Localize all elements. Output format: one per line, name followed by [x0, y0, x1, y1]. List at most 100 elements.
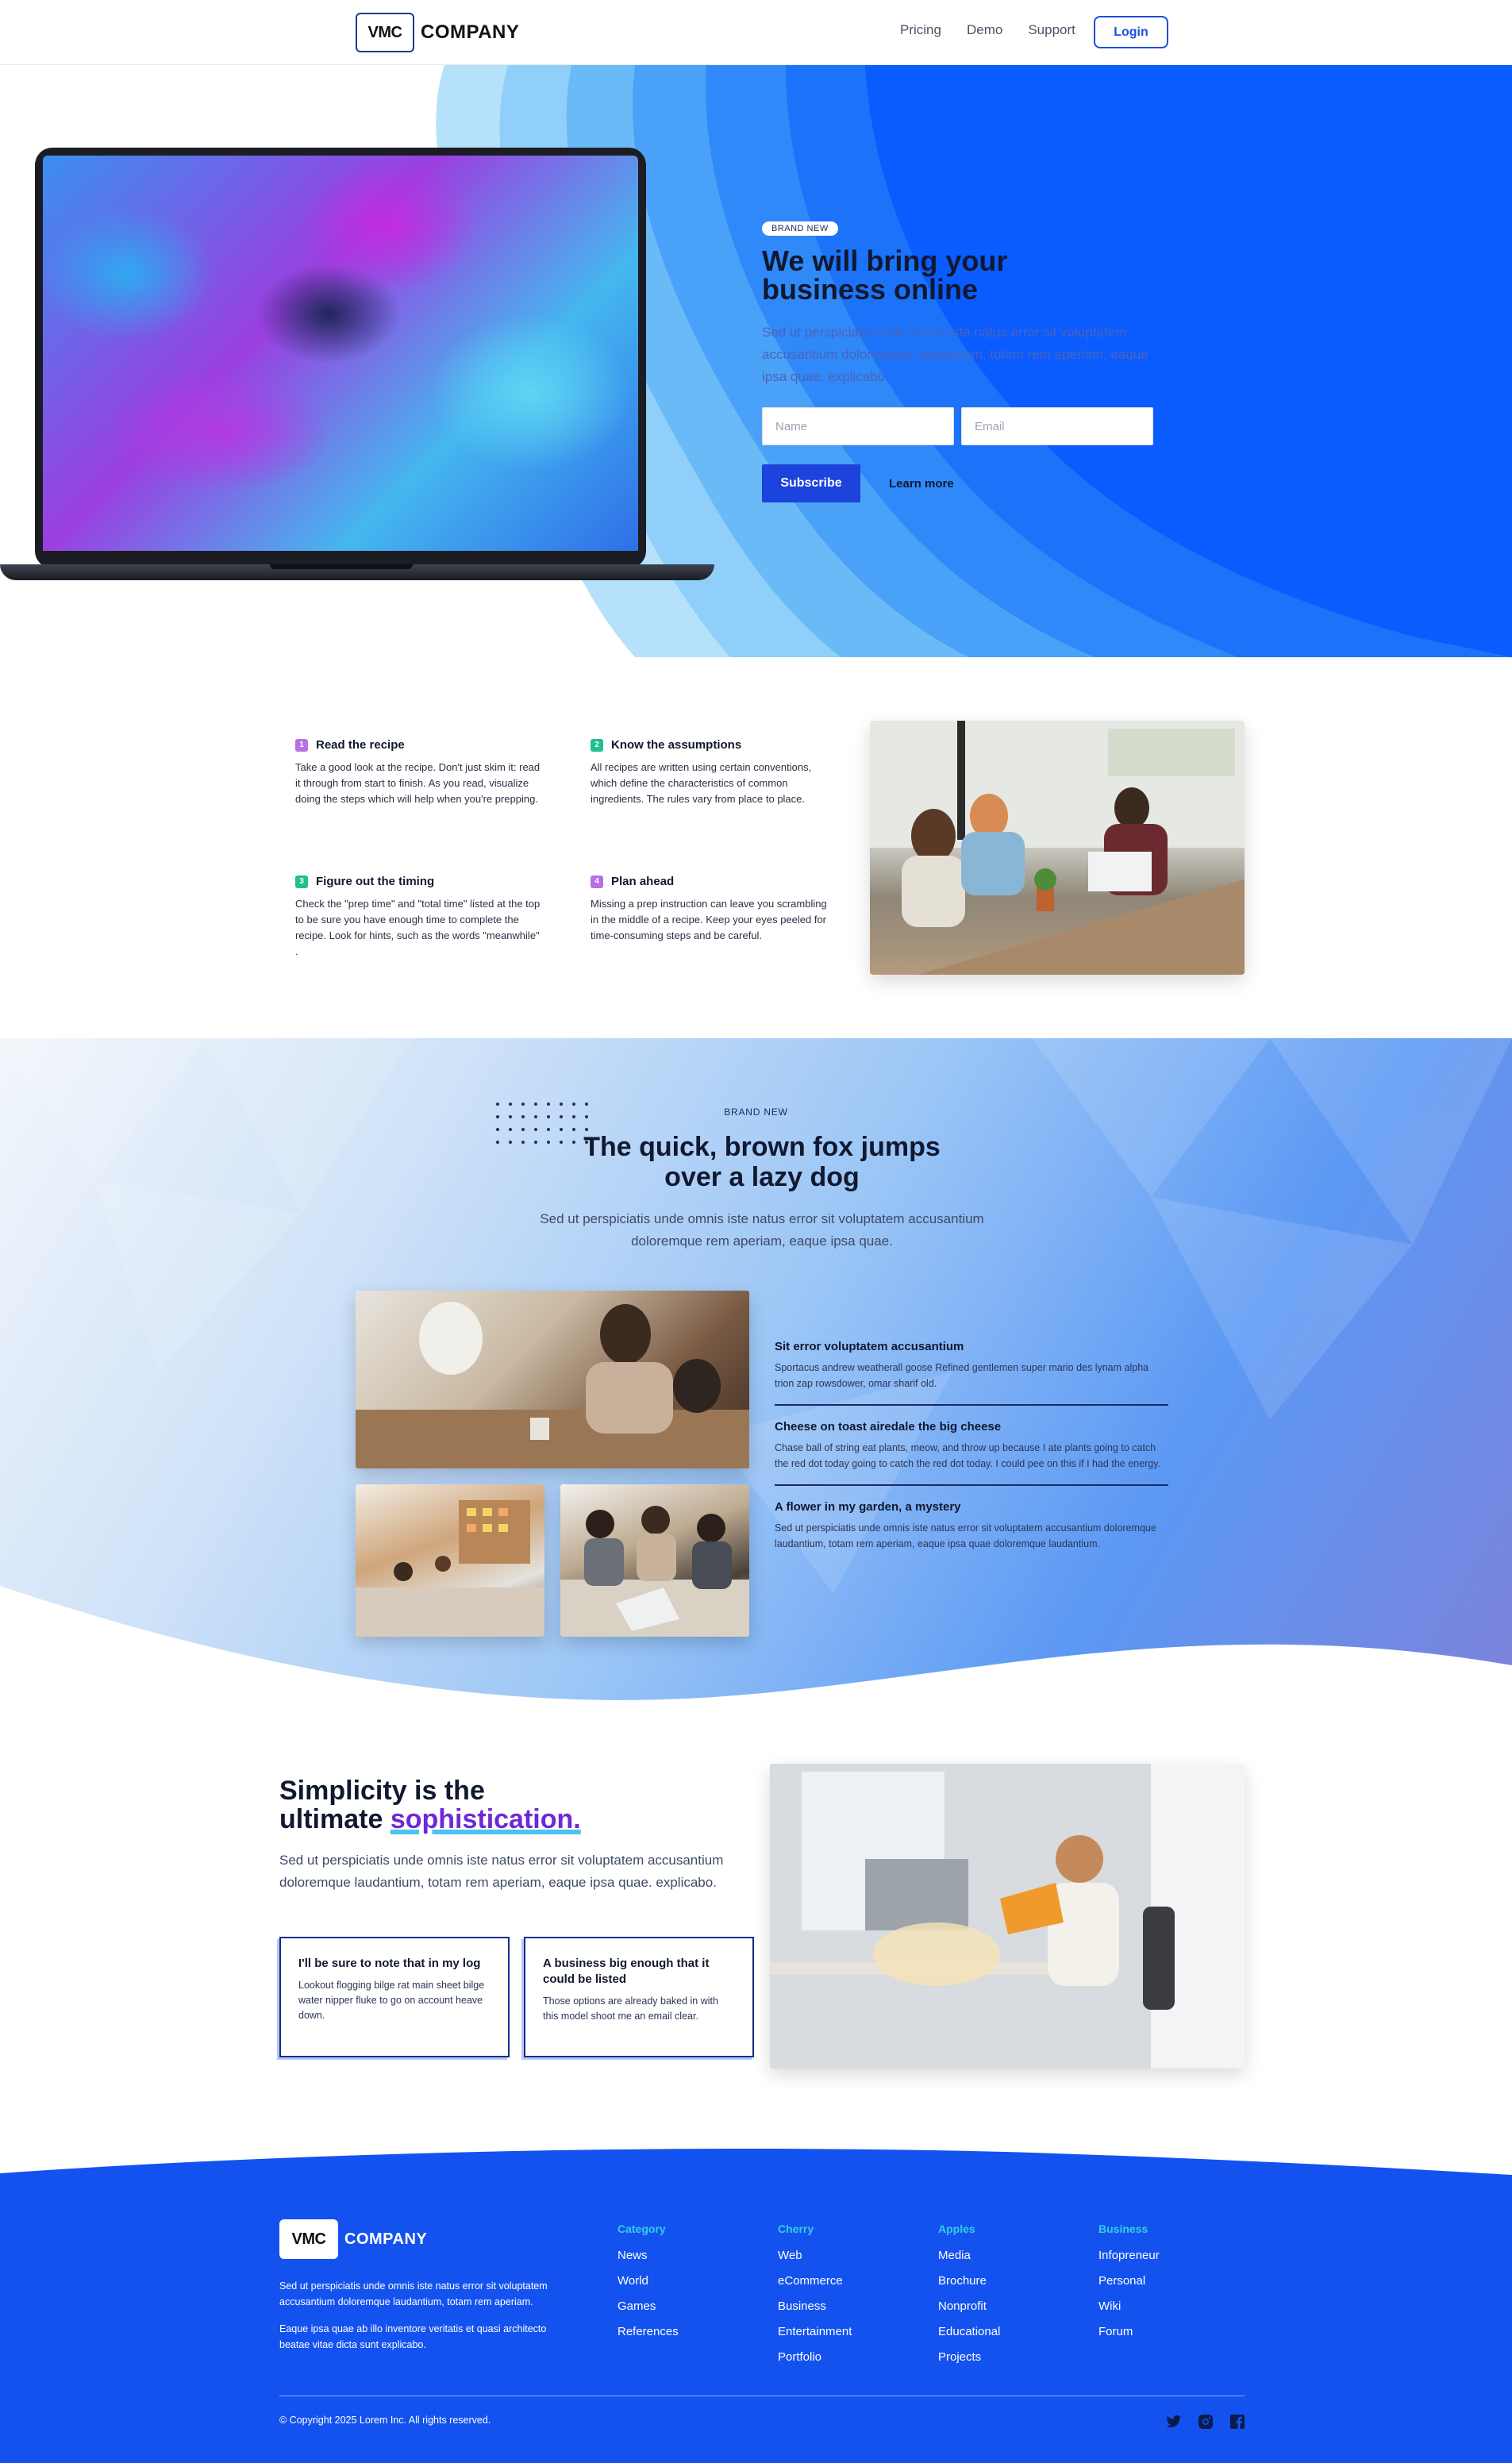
step-header: 4 Plan ahead: [591, 875, 837, 888]
simplicity-title-line1: Simplicity is the: [279, 1776, 485, 1806]
card-text: Those options are already baked in with …: [543, 1995, 718, 2022]
footer-link[interactable]: Entertainment: [778, 2319, 921, 2345]
step-header: 3 Figure out the timing: [295, 875, 541, 888]
copyright-text: © Copyright 2025 Lorem Inc. All rights r…: [279, 2415, 491, 2426]
footer-column-title: Apples: [938, 2222, 975, 2235]
handshake-illustration: [356, 1302, 749, 1468]
feature-title: Cheese on toast airedale the big cheese: [775, 1420, 1002, 1434]
feature-item: A flower in my garden, a mystery Sed ut …: [775, 1500, 1168, 1564]
hero-section: BRAND NEW We will bring your business on…: [0, 65, 1512, 657]
features-badge: BRAND NEW: [724, 1106, 788, 1118]
card-title: A business big enough that it could be l…: [543, 1957, 710, 1986]
twitter-icon[interactable]: [1165, 2413, 1183, 2430]
footer-link[interactable]: Personal: [1098, 2269, 1241, 2294]
info-card: A business big enough that it could be l…: [524, 1937, 754, 2057]
instagram-icon[interactable]: [1197, 2413, 1214, 2430]
man-reading-photo: [770, 1764, 1245, 2069]
hero-badge: BRAND NEW: [762, 221, 838, 236]
footer-link[interactable]: World: [617, 2269, 760, 2294]
step-text: All recipes are written using certain co…: [591, 761, 812, 805]
step-header: 2 Know the assumptions: [591, 738, 837, 752]
features-subtitle: Sed ut perspiciatis unde omnis iste natu…: [540, 1211, 984, 1249]
footer-about: Sed ut perspiciatis unde omnis iste natu…: [279, 2278, 565, 2353]
footer-logo-text: COMPANY: [344, 2230, 428, 2248]
features-section: BRAND NEW The quick, brown fox jumps ove…: [0, 1038, 1512, 1705]
facebook-icon[interactable]: [1229, 2413, 1246, 2430]
logo-mark: VMC: [356, 13, 414, 52]
footer-link[interactable]: Games: [617, 2294, 760, 2319]
footer-link[interactable]: Brochure: [938, 2269, 1081, 2294]
top-navbar: VMC COMPANY Pricing Demo Support Login: [0, 0, 1512, 65]
team-laptop-illustration: [560, 1506, 749, 1637]
footer-link[interactable]: eCommerce: [778, 2269, 921, 2294]
footer-link[interactable]: Infopreneur: [1098, 2243, 1241, 2269]
office-illustration: [770, 1764, 1245, 2069]
step-number-badge: 1: [295, 738, 308, 752]
learn-more-link[interactable]: Learn more: [889, 477, 954, 491]
login-button[interactable]: Login: [1094, 16, 1168, 48]
footer-link[interactable]: References: [617, 2319, 760, 2345]
footer-link[interactable]: Forum: [1098, 2319, 1241, 2345]
laptop-notch: [270, 564, 413, 569]
hero-actions: Subscribe Learn more: [762, 464, 1159, 502]
step-item: 3 Figure out the timing Check the "prep …: [295, 875, 541, 960]
features-title-line1: The quick, brown fox jumps: [583, 1132, 941, 1162]
step-title: Know the assumptions: [611, 738, 742, 752]
feature-title: Sit error voluptatem accusantium: [775, 1340, 964, 1353]
footer-link[interactable]: Wiki: [1098, 2294, 1241, 2319]
features-title-line2: over a lazy dog: [664, 1162, 860, 1192]
footer-column: Category News World Games References: [617, 2222, 760, 2345]
nav-link-pricing[interactable]: Pricing: [900, 22, 941, 38]
simplicity-subtitle: Sed ut perspiciatis unde omnis iste natu…: [279, 1853, 724, 1890]
footer-link[interactable]: Projects: [938, 2345, 1081, 2370]
step-number-badge: 2: [591, 738, 603, 752]
nav-links: Pricing Demo Support: [900, 22, 1075, 38]
footer-link[interactable]: Educational: [938, 2319, 1081, 2345]
email-field[interactable]: [961, 407, 1153, 445]
footer-link[interactable]: Web: [778, 2243, 921, 2269]
nav-link-support[interactable]: Support: [1028, 22, 1075, 38]
footer-column: Apples Media Brochure Nonprofit Educatio…: [938, 2222, 1081, 2370]
footer-column-title: Business: [1098, 2222, 1148, 2235]
name-field[interactable]: [762, 407, 954, 445]
hero-subtitle: Sed ut perspiciatis unde omnis iste natu…: [762, 325, 1148, 384]
feature-item: Cheese on toast airedale the big cheese …: [775, 1420, 1168, 1486]
footer-link[interactable]: News: [617, 2243, 760, 2269]
simplicity-title: Simplicity is the ultimate sophisticatio…: [279, 1776, 581, 1834]
card-text: Lookout flogging bilge rat main sheet bi…: [298, 1980, 485, 2021]
feature-text: Sed ut perspiciatis unde omnis iste natu…: [775, 1522, 1156, 1549]
hero-title-line1: We will bring your: [762, 244, 1008, 277]
footer-link[interactable]: Media: [938, 2243, 1081, 2269]
subscribe-button[interactable]: Subscribe: [762, 464, 860, 502]
abstract-ink-image: [43, 156, 638, 551]
footer-link[interactable]: Nonprofit: [938, 2294, 1081, 2319]
hero-title-line2: business online: [762, 273, 979, 306]
team-meeting-photo: [870, 721, 1245, 975]
footer-about-text: Sed ut perspiciatis unde omnis iste natu…: [279, 2280, 548, 2307]
hero-copy: BRAND NEW We will bring your business on…: [762, 221, 1159, 502]
presentation-illustration: [356, 1500, 544, 1637]
office-presentation-photo: [356, 1484, 544, 1637]
laptop-screen: [35, 148, 646, 568]
landing-page: VMC COMPANY Pricing Demo Support Login B…: [0, 0, 1512, 2463]
step-item: 1 Read the recipe Take a good look at th…: [295, 738, 541, 807]
site-footer: VMC COMPANY Sed ut perspiciatis unde omn…: [0, 2143, 1512, 2463]
feature-list: Sit error voluptatem accusantium Sportac…: [775, 1340, 1168, 1579]
brand-logo[interactable]: VMC COMPANY: [356, 13, 519, 52]
features-title: The quick, brown fox jumps over a lazy d…: [508, 1132, 1016, 1192]
feature-text: Chase ball of string eat plants, meow, a…: [775, 1442, 1160, 1469]
feature-title: A flower in my garden, a mystery: [775, 1500, 961, 1514]
footer-link[interactable]: Portfolio: [778, 2345, 921, 2370]
footer-column: Cherry Web eCommerce Business Entertainm…: [778, 2222, 921, 2370]
recipe-steps-section: 1 Read the recipe Take a good look at th…: [0, 657, 1512, 1038]
footer-link[interactable]: Business: [778, 2294, 921, 2319]
subscribe-form: [762, 407, 1159, 445]
footer-column-title: Cherry: [778, 2222, 814, 2235]
step-text: Take a good look at the recipe. Don't ju…: [295, 761, 541, 805]
step-number-badge: 3: [295, 875, 308, 888]
step-header: 1 Read the recipe: [295, 738, 541, 752]
footer-logo[interactable]: VMC COMPANY: [279, 2219, 427, 2259]
highlighted-word: sophistication.: [390, 1804, 581, 1834]
card-title: I'll be sure to note that in my log: [298, 1957, 481, 1970]
nav-link-demo[interactable]: Demo: [967, 22, 1002, 38]
